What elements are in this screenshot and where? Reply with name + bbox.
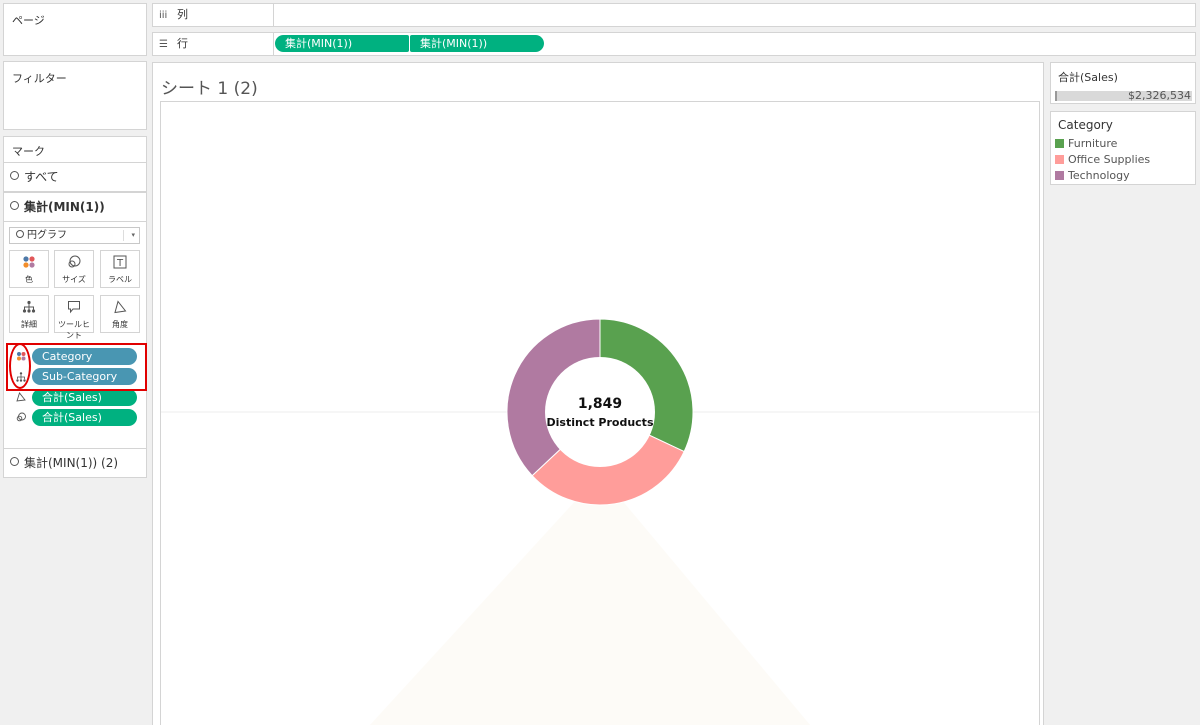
- size-icon: [55, 255, 93, 273]
- label-button[interactable]: T ラベル: [100, 250, 140, 288]
- sales-angle-field-pill[interactable]: 合計(Sales): [32, 389, 137, 406]
- pages-panel[interactable]: ページ: [3, 3, 147, 56]
- row-pill-2[interactable]: 集計(MIN(1)): [410, 35, 544, 52]
- color-legend-title: Category: [1058, 118, 1113, 132]
- marks-layer2-tab[interactable]: 集計(MIN(1)) (2): [3, 448, 147, 478]
- columns-shelf-text: 列: [177, 8, 188, 21]
- size-button[interactable]: サイズ: [54, 250, 94, 288]
- mark-type-value: 円グラフ: [27, 230, 67, 241]
- label-button-label: ラベル: [108, 275, 132, 284]
- pages-panel-title: ページ: [12, 14, 45, 27]
- marks-panel-title: マーク: [12, 145, 45, 158]
- pie-icon: [10, 457, 19, 466]
- legend-swatch: [1055, 139, 1064, 148]
- angle-button[interactable]: 角度: [100, 295, 140, 333]
- donut-center-caption: Distinct Products: [546, 416, 654, 429]
- sales-size-field-pill[interactable]: 合計(Sales): [32, 409, 137, 426]
- angle-button-label: 角度: [112, 320, 128, 329]
- pie-icon: [10, 171, 19, 180]
- marks-all-label: すべて: [24, 170, 59, 184]
- legend-label: Office Supplies: [1068, 153, 1151, 166]
- label-icon: T: [101, 255, 139, 273]
- rows-icon: ☰: [159, 39, 168, 50]
- highlight-ellipse: [9, 343, 31, 389]
- detail-icon: [10, 300, 48, 318]
- angle-icon: [101, 300, 139, 318]
- size-icon: [16, 412, 26, 425]
- columns-shelf-label: iii 列: [157, 4, 274, 26]
- tooltip-icon: [55, 300, 93, 318]
- rows-shelf-label: ☰ 行: [157, 33, 274, 55]
- tooltip-button[interactable]: ツールヒント: [54, 295, 94, 340]
- marks-layer1-tab[interactable]: 集計(MIN(1)): [3, 192, 147, 222]
- chevron-down-icon: ▾: [131, 231, 135, 239]
- marks-layer2-label: 集計(MIN(1)) (2): [24, 456, 119, 470]
- legend-swatch: [1055, 171, 1064, 180]
- legend-swatch: [1055, 155, 1064, 164]
- bottom-right-gutter: [1044, 190, 1200, 725]
- pie-icon: [10, 201, 19, 210]
- chart-area[interactable]: 1,849 Distinct Products: [160, 101, 1040, 725]
- svg-text:T: T: [116, 258, 124, 269]
- donut-hole: [545, 357, 655, 467]
- legend-label: Technology: [1068, 169, 1130, 182]
- legend-item-furniture[interactable]: Furniture: [1055, 137, 1117, 151]
- legend-label: Furniture: [1068, 137, 1118, 150]
- color-button-label: 色: [25, 275, 33, 284]
- columns-shelf[interactable]: iii 列: [152, 3, 1196, 27]
- columns-icon: iii: [159, 10, 168, 21]
- size-button-label: サイズ: [62, 275, 86, 284]
- legend-item-office-supplies[interactable]: Office Supplies: [1055, 153, 1150, 167]
- angle-icon: [16, 392, 26, 405]
- marks-layer1-label: 集計(MIN(1)): [24, 200, 105, 214]
- legend-item-technology[interactable]: Technology: [1055, 169, 1130, 183]
- color-dots-icon: [10, 255, 48, 273]
- size-legend[interactable]: 合計(Sales) $2,326,534: [1050, 62, 1196, 104]
- tooltip-button-label: ツールヒント: [58, 320, 90, 340]
- marks-all-tab[interactable]: すべて: [3, 162, 147, 192]
- size-legend-value: $2,326,534: [1128, 89, 1191, 102]
- donut-center-value: 1,849: [577, 396, 623, 412]
- background-triangle: [369, 474, 811, 725]
- color-button[interactable]: 色: [9, 250, 49, 288]
- row-pill-1[interactable]: 集計(MIN(1)): [275, 35, 409, 52]
- donut-chart[interactable]: [161, 102, 1040, 725]
- detail-button[interactable]: 詳細: [9, 295, 49, 333]
- dropdown-divider: [123, 230, 124, 241]
- filters-panel[interactable]: フィルター: [3, 61, 147, 130]
- size-legend-title: 合計(Sales): [1058, 71, 1118, 84]
- detail-button-label: 詳細: [21, 320, 37, 329]
- rows-shelf-text: 行: [177, 37, 188, 50]
- filters-panel-title: フィルター: [12, 72, 67, 85]
- mark-type-dropdown[interactable]: 円グラフ ▾: [9, 227, 140, 244]
- sheet-title: シート 1 (2): [161, 79, 258, 99]
- pie-icon: [16, 230, 24, 238]
- rows-shelf[interactable]: ☰ 行 集計(MIN(1)) 集計(MIN(1)): [152, 32, 1196, 56]
